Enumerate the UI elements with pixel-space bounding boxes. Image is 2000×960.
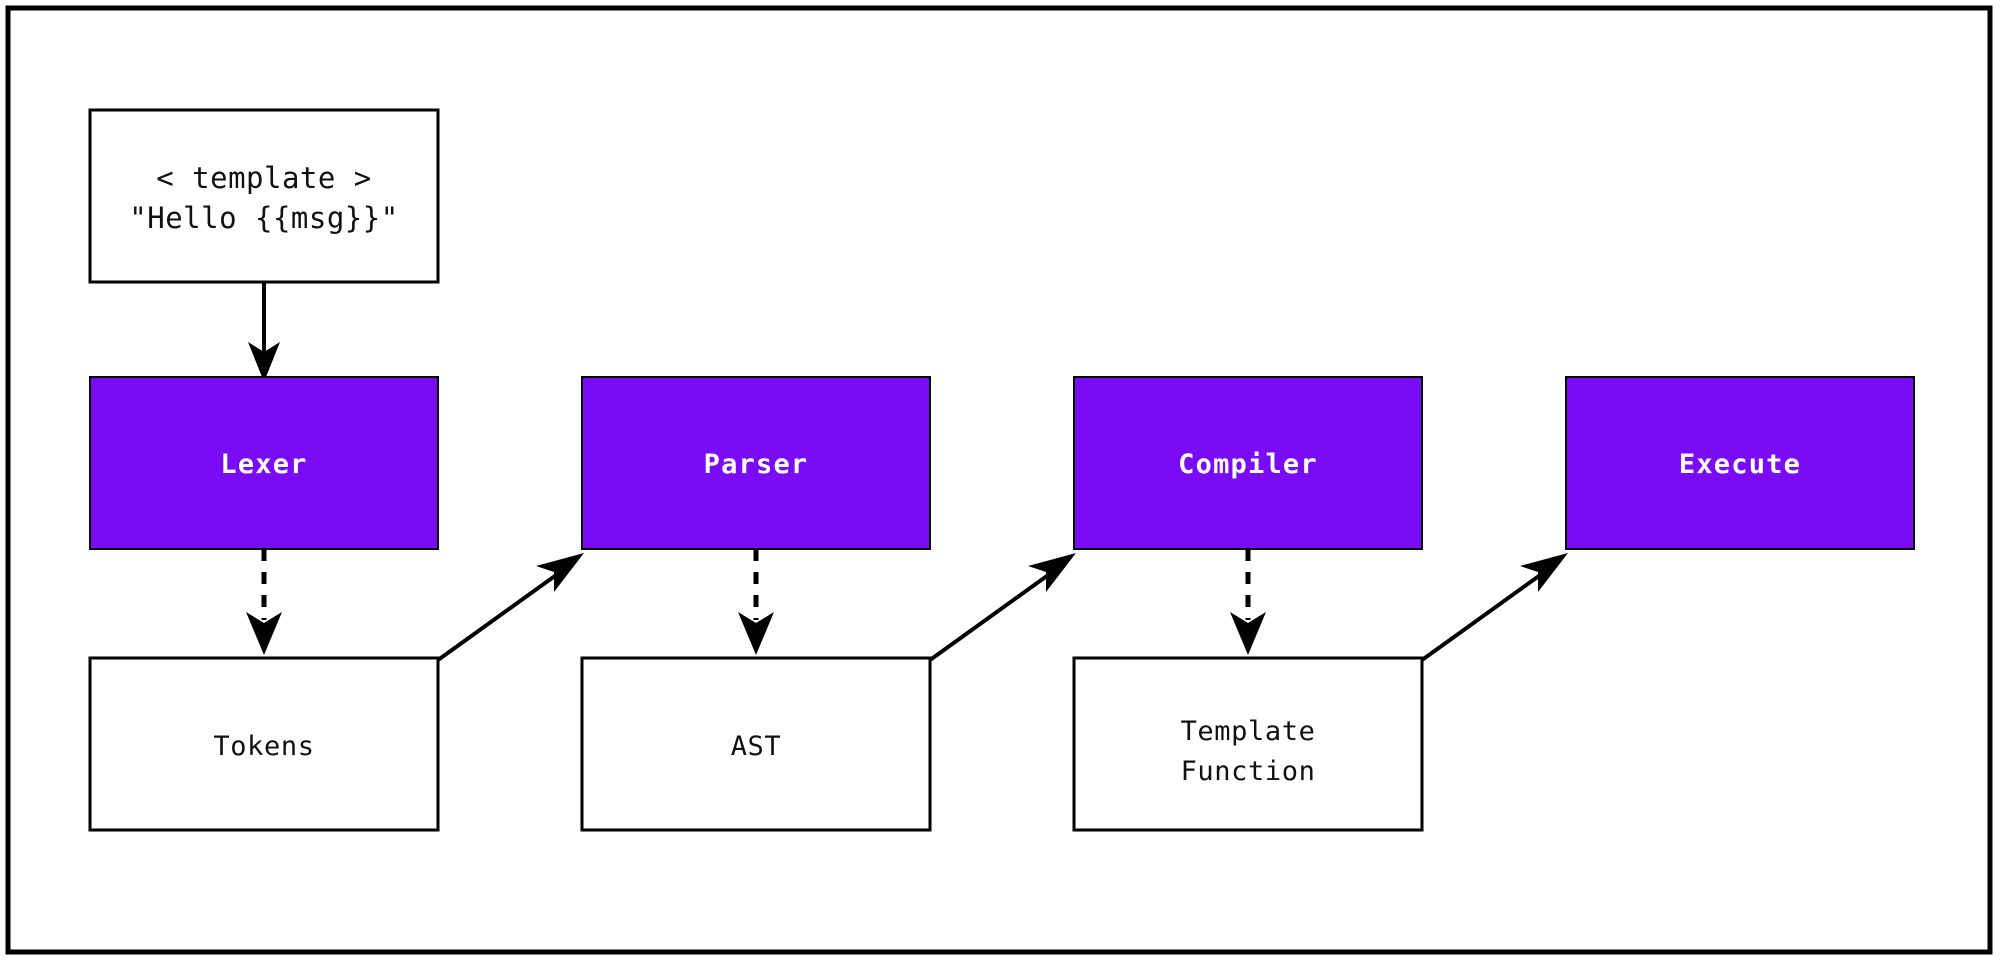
node-artifact-ast[interactable]: AST bbox=[580, 656, 932, 832]
diagram-canvas: < template > "Hello {{msg}}" Lexer Parse… bbox=[0, 0, 2000, 960]
parser-label: Parser bbox=[704, 449, 809, 480]
node-stage-lexer[interactable]: Lexer bbox=[89, 376, 439, 550]
node-template-source[interactable]: < template > "Hello {{msg}}" bbox=[88, 108, 440, 284]
template-function-label-line2: Function bbox=[1181, 756, 1316, 787]
ast-label: AST bbox=[731, 731, 782, 762]
edge-compiler-to-templatefn bbox=[1230, 549, 1266, 655]
pipeline-diagram: < template > "Hello {{msg}}" Lexer Parse… bbox=[5, 5, 1993, 955]
edge-source-to-lexer bbox=[248, 282, 280, 382]
node-artifact-template-function[interactable]: Template Function bbox=[1072, 656, 1424, 832]
compiler-label: Compiler bbox=[1178, 449, 1318, 480]
execute-label: Execute bbox=[1679, 449, 1801, 480]
edge-lexer-to-tokens bbox=[246, 549, 282, 655]
node-stage-compiler[interactable]: Compiler bbox=[1073, 376, 1423, 550]
node-stage-parser[interactable]: Parser bbox=[581, 376, 931, 550]
node-artifact-tokens[interactable]: Tokens bbox=[88, 656, 440, 832]
template-source-line2: "Hello {{msg}}" bbox=[129, 201, 398, 235]
lexer-label: Lexer bbox=[220, 449, 307, 480]
node-stage-execute[interactable]: Execute bbox=[1565, 376, 1915, 550]
template-source-box bbox=[88, 108, 440, 284]
tokens-label: Tokens bbox=[213, 731, 314, 762]
template-source-line1: < template > bbox=[156, 161, 372, 195]
edge-tokens-to-parser bbox=[436, 553, 584, 662]
edge-ast-to-compiler bbox=[928, 553, 1076, 662]
template-function-label-line1: Template bbox=[1181, 716, 1316, 747]
edge-templatefn-to-execute bbox=[1420, 553, 1568, 662]
edge-parser-to-ast bbox=[738, 549, 774, 655]
